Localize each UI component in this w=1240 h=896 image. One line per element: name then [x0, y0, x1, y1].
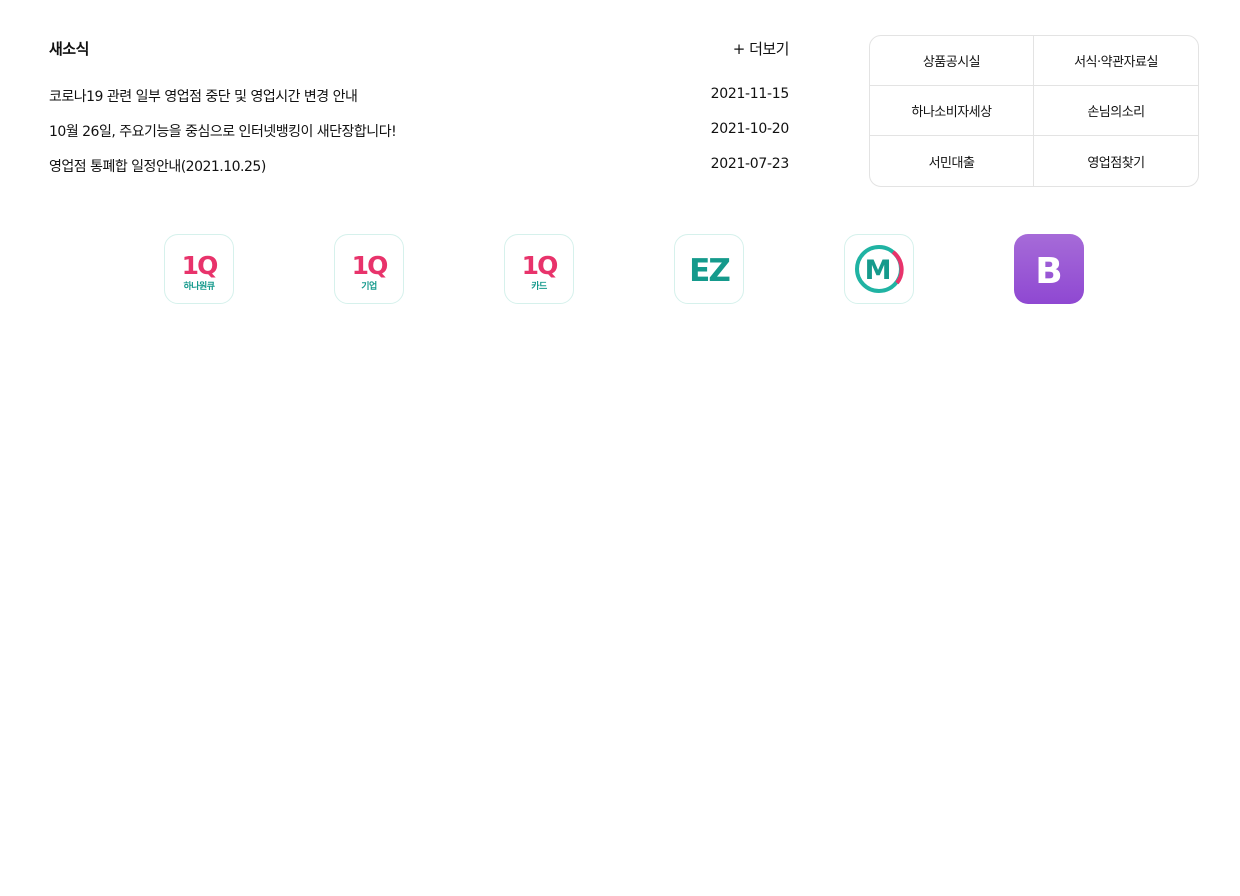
- 1q-hana-app-icon[interactable]: 1Q 하나원큐: [164, 234, 234, 304]
- news-title: 새소식: [49, 40, 89, 58]
- quick-link-branch-finder[interactable]: 영업점찾기: [1034, 136, 1198, 186]
- 1q-logo-text: 1Q: [352, 251, 387, 280]
- 1q-business-app-icon[interactable]: 1Q 기업: [334, 234, 404, 304]
- b-app-icon[interactable]: B: [1014, 234, 1084, 304]
- ez-logo-icon: EZ: [689, 253, 732, 289]
- news-more-link[interactable]: + 더보기: [733, 38, 790, 59]
- 1q-logo-text: 1Q: [522, 251, 557, 280]
- news-item-title[interactable]: 코로나19 관련 일부 영업점 중단 및 영업시간 변경 안내: [49, 86, 358, 106]
- news-item[interactable]: 10월 26일, 주요기능을 중심으로 인터넷뱅킹이 새단장합니다! 2021-…: [49, 119, 789, 154]
- news-item[interactable]: 영업점 통폐합 일정안내(2021.10.25) 2021-07-23: [49, 154, 789, 189]
- quick-links-grid: 상품공시실 서식·약관자료실 하나소비자세상 손님의소리 서민대출 영업점찾기: [869, 35, 1199, 187]
- news-item[interactable]: 코로나19 관련 일부 영업점 중단 및 영업시간 변경 안내 2021-11-…: [49, 84, 789, 119]
- app-label: 카드: [531, 282, 547, 292]
- news-header: 새소식 + 더보기: [49, 36, 790, 60]
- m-app-icon[interactable]: M: [844, 234, 914, 304]
- app-label: 하나원큐: [183, 282, 215, 292]
- app-label: 기업: [361, 282, 377, 292]
- m-logo-icon: M: [855, 245, 904, 293]
- ez-logo-text: EZ: [689, 253, 730, 289]
- 1q-card-app-icon[interactable]: 1Q 카드: [504, 234, 574, 304]
- 1q-logo-text: 1Q: [182, 251, 217, 280]
- quick-link-customer-voice[interactable]: 손님의소리: [1034, 86, 1198, 136]
- ez-app-icon[interactable]: EZ: [674, 234, 744, 304]
- news-item-date: 2021-10-20: [710, 121, 790, 137]
- b-logo-text: B: [1035, 251, 1062, 292]
- 1q-logo-icon: 1Q: [522, 251, 559, 280]
- news-item-title[interactable]: 10월 26일, 주요기능을 중심으로 인터넷뱅킹이 새단장합니다!: [49, 121, 397, 141]
- app-icons-row: 1Q 하나원큐 1Q 기업 1Q 카드 EZ M B: [0, 234, 1240, 304]
- m-logo-text: M: [865, 255, 892, 286]
- 1q-logo-icon: 1Q: [352, 251, 389, 280]
- b-logo-icon: B: [1035, 251, 1062, 292]
- news-item-date: 2021-07-23: [710, 156, 790, 172]
- quick-link-consumer-world[interactable]: 하나소비자세상: [870, 86, 1034, 136]
- 1q-logo-icon: 1Q: [182, 251, 219, 280]
- quick-link-product-disclosure[interactable]: 상품공시실: [870, 36, 1034, 86]
- news-section: 새소식 + 더보기 코로나19 관련 일부 영업점 중단 및 영업시간 변경 안…: [49, 36, 790, 175]
- quick-link-low-income-loan[interactable]: 서민대출: [870, 136, 1034, 186]
- quick-link-forms-terms[interactable]: 서식·약관자료실: [1034, 36, 1198, 86]
- news-item-title[interactable]: 영업점 통폐합 일정안내(2021.10.25): [49, 156, 266, 176]
- news-item-date: 2021-11-15: [710, 86, 790, 102]
